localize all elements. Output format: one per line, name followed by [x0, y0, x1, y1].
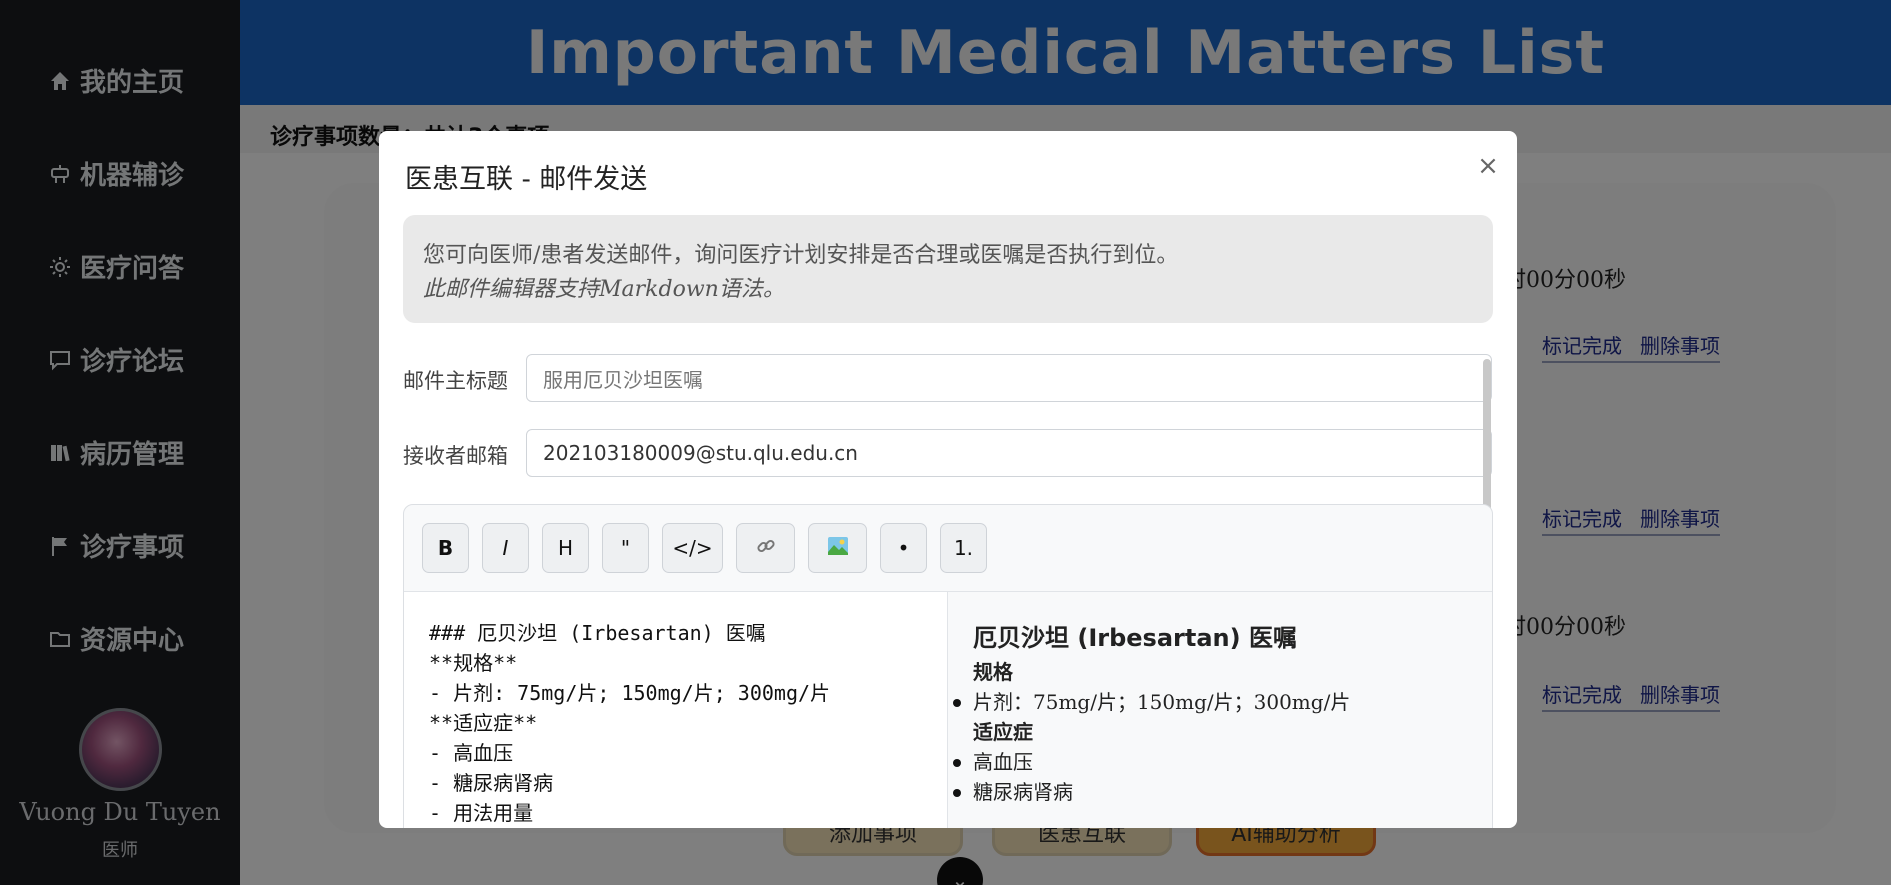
close-icon[interactable]: × — [1473, 151, 1503, 181]
preview-list-item: 糖尿病肾病 — [953, 777, 1470, 807]
preview-spec-label: 规格 — [973, 660, 1013, 684]
preview-list-item: 高血压 — [953, 747, 1470, 777]
bold-button[interactable]: B — [422, 523, 469, 573]
markdown-editor: B I H " </> • 1. ### 厄贝沙坦 (Irbesartan) 医… — [403, 504, 1493, 828]
image-icon — [827, 536, 849, 561]
editor-toolbar: B I H " </> • 1. — [404, 505, 1492, 592]
link-icon — [755, 535, 777, 562]
preview-list-item: 片剂：75mg/片；150mg/片；300mg/片 — [953, 687, 1470, 717]
subject-placeholder: 服用厄贝沙坦医嘱 — [543, 367, 703, 392]
subject-label: 邮件主标题 — [403, 369, 508, 393]
preview-indication-label: 适应症 — [973, 720, 1033, 744]
recipient-email-value: 202103180009@stu.qlu.edu.cn — [543, 441, 858, 465]
info-text: 您可向医师/患者发送邮件，询问医疗计划安排是否合理或医嘱是否执行到位。 — [423, 243, 1179, 268]
email-modal: 医患互联 - 邮件发送 × 您可向医师/患者发送邮件，询问医疗计划安排是否合理或… — [379, 131, 1517, 828]
code-button[interactable]: </> — [662, 523, 723, 573]
markdown-source-pane[interactable]: ### 厄贝沙坦 (Irbesartan) 医嘱 **规格** - 片剂: 75… — [404, 592, 948, 828]
heading-button[interactable]: H — [542, 523, 589, 573]
italic-button[interactable]: I — [482, 523, 529, 573]
bullet-list-button[interactable]: • — [880, 523, 927, 573]
recipient-label: 接收者邮箱 — [403, 444, 508, 468]
modal-title: 医患互联 - 邮件发送 — [405, 164, 648, 195]
markdown-note: 此邮件编辑器支持Markdown语法。 — [423, 277, 785, 302]
subject-input[interactable]: 服用厄贝沙坦医嘱 — [526, 354, 1492, 402]
ordered-list-button[interactable]: 1. — [940, 523, 987, 573]
info-alert: 您可向医师/患者发送邮件，询问医疗计划安排是否合理或医嘱是否执行到位。 此邮件编… — [403, 215, 1493, 323]
preview-heading: 厄贝沙坦 (Irbesartan) 医嘱 — [973, 624, 1297, 652]
markdown-preview-pane: 厄贝沙坦 (Irbesartan) 医嘱 规格 片剂：75mg/片；150mg/… — [949, 592, 1492, 828]
link-button[interactable] — [736, 523, 795, 573]
quote-button[interactable]: " — [602, 523, 649, 573]
image-button[interactable] — [808, 523, 867, 573]
recipient-email-input[interactable]: 202103180009@stu.qlu.edu.cn — [526, 429, 1492, 477]
